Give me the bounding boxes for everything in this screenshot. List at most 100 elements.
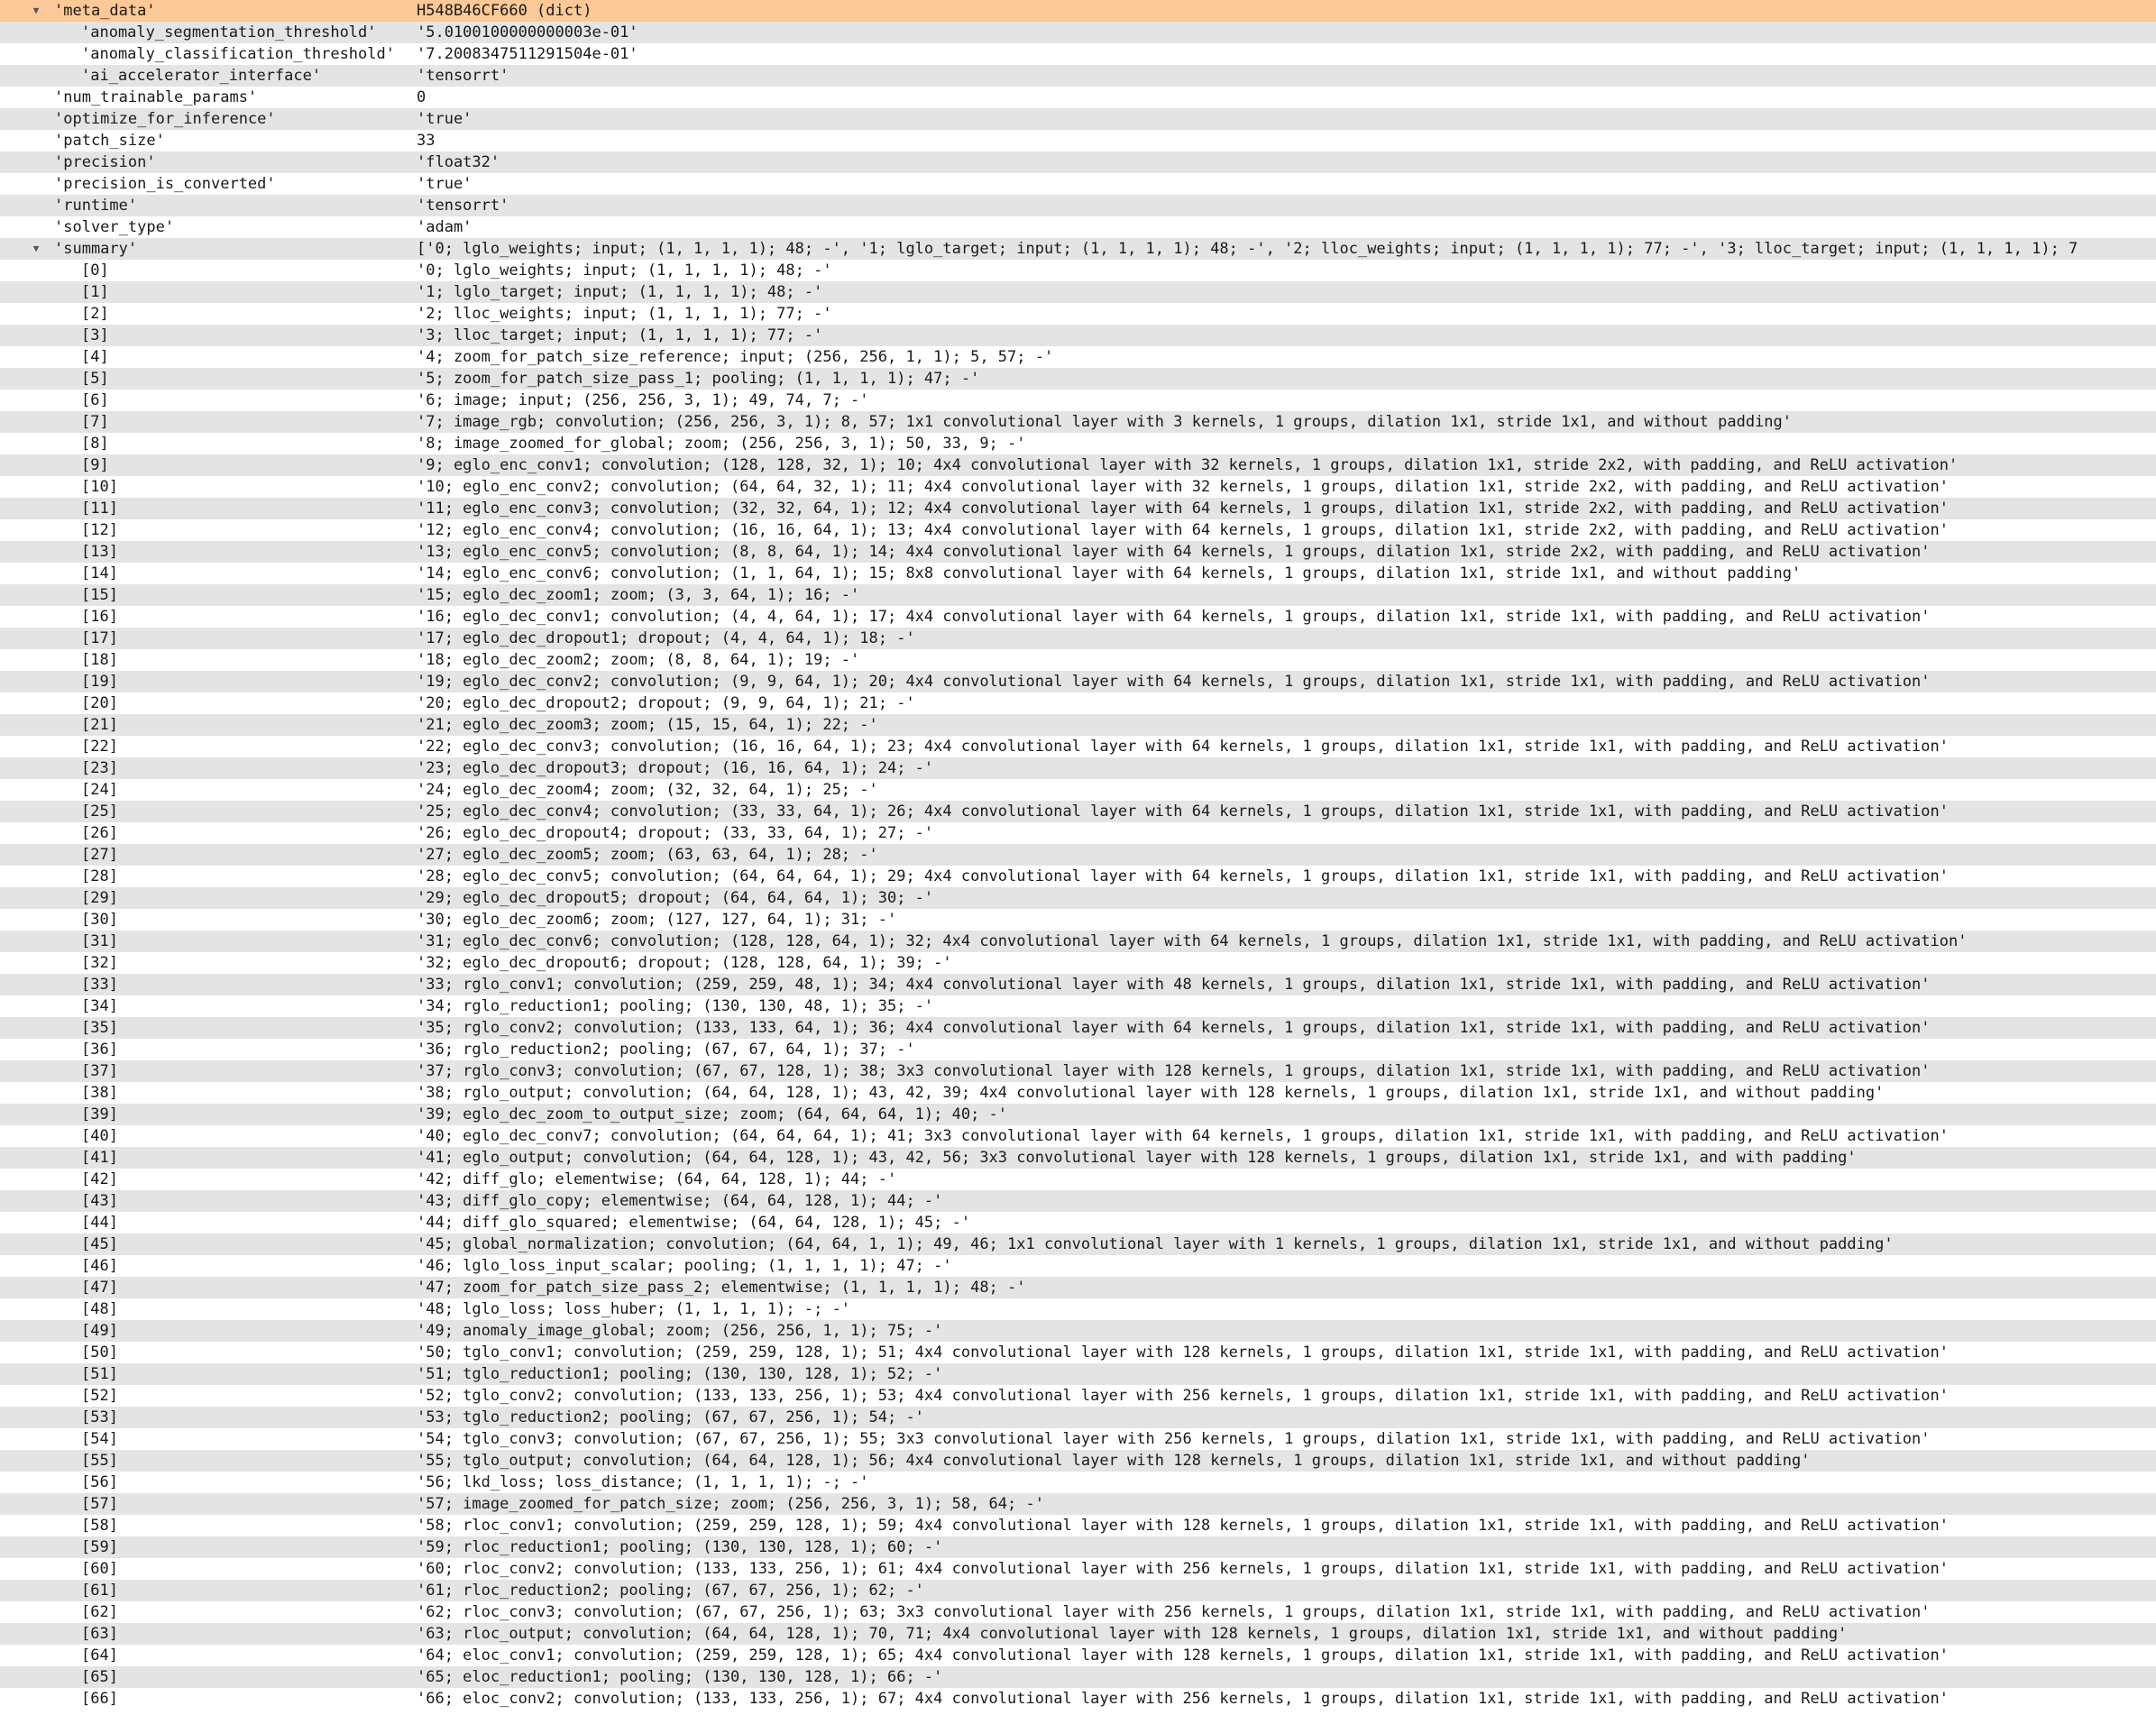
tree-row[interactable]: [5] '5; zoom_for_patch_size_pass_1; pooli… xyxy=(0,368,2156,390)
tree-row[interactable]: [49] '49; anomaly_image_global; zoom; (25… xyxy=(0,1320,2156,1342)
tree-row[interactable]: [54] '54; tglo_conv3; convolution; (67, 6… xyxy=(0,1428,2156,1450)
tree-row[interactable]: [51] '51; tglo_reduction1; pooling; (130,… xyxy=(0,1363,2156,1385)
tree-row[interactable]: [28] '28; eglo_dec_conv5; convolution; (6… xyxy=(0,866,2156,887)
tree-row[interactable]: 'anomaly_classification_threshold' '7.200… xyxy=(0,43,2156,65)
tree-row[interactable]: [19] '19; eglo_dec_conv2; convolution; (9… xyxy=(0,671,2156,692)
tree-value: '39; eglo_dec_zoom_to_output_size; zoom;… xyxy=(417,1105,1008,1123)
tree-row[interactable]: 'ai_accelerator_interface' 'tensorrt' xyxy=(0,65,2156,87)
tree-value: '15; eglo_dec_zoom1; zoom; (3, 3, 64, 1)… xyxy=(417,586,860,604)
tree-row[interactable]: [11] '11; eglo_enc_conv3; convolution; (3… xyxy=(0,498,2156,519)
tree-row[interactable]: [57] '57; image_zoomed_for_patch_size; zo… xyxy=(0,1493,2156,1515)
tree-row[interactable]: [24] '24; eglo_dec_zoom4; zoom; (32, 32, … xyxy=(0,779,2156,801)
tree-row[interactable]: [8] '8; image_zoomed_for_global; zoom; (2… xyxy=(0,433,2156,454)
tree-row[interactable]: [65] '65; eloc_reduction1; pooling; (130,… xyxy=(0,1666,2156,1688)
tree-key: [14] xyxy=(81,564,118,582)
triangle-down-icon[interactable]: ▼ xyxy=(29,0,43,22)
tree-row[interactable]: 'runtime' 'tensorrt' xyxy=(0,195,2156,216)
tree-row[interactable]: [30] '30; eglo_dec_zoom6; zoom; (127, 127… xyxy=(0,909,2156,931)
tree-value: '18; eglo_dec_zoom2; zoom; (8, 8, 64, 1)… xyxy=(417,651,860,669)
tree-row[interactable]: [53] '53; tglo_reduction2; pooling; (67, … xyxy=(0,1407,2156,1428)
tree-row[interactable]: [22] '22; eglo_dec_conv3; convolution; (1… xyxy=(0,736,2156,757)
tree-value: ['0; lglo_weights; input; (1, 1, 1, 1); … xyxy=(417,240,2078,258)
tree-row[interactable]: [27] '27; eglo_dec_zoom5; zoom; (63, 63, … xyxy=(0,844,2156,866)
tree-row[interactable]: [39] '39; eglo_dec_zoom_to_output_size; z… xyxy=(0,1104,2156,1125)
tree-node-expandable[interactable]: ▼ 'meta_data' H548B46CF660 (dict) xyxy=(0,0,2156,22)
triangle-down-icon[interactable]: ▼ xyxy=(29,238,43,260)
tree-row[interactable]: [13] '13; eglo_enc_conv5; convolution; (8… xyxy=(0,541,2156,563)
tree-row[interactable]: [25] '25; eglo_dec_conv4; convolution; (3… xyxy=(0,801,2156,822)
tree-row[interactable]: [45] '45; global_normalization; convoluti… xyxy=(0,1234,2156,1255)
tree-row[interactable]: [64] '64; eloc_conv1; convolution; (259, … xyxy=(0,1645,2156,1666)
tree-row[interactable]: 'patch_size' 33 xyxy=(0,130,2156,151)
tree-row[interactable]: 'num_trainable_params' 0 xyxy=(0,87,2156,108)
tree-row[interactable]: [50] '50; tglo_conv1; convolution; (259, … xyxy=(0,1342,2156,1363)
tree-row[interactable]: [42] '42; diff_glo; elementwise; (64, 64,… xyxy=(0,1169,2156,1190)
tree-row[interactable]: [44] '44; diff_glo_squared; elementwise; … xyxy=(0,1212,2156,1234)
tree-row[interactable]: [4] '4; zoom_for_patch_size_reference; in… xyxy=(0,346,2156,368)
tree-row[interactable]: [41] '41; eglo_output; convolution; (64, … xyxy=(0,1147,2156,1169)
tree-row[interactable]: [17] '17; eglo_dec_dropout1; dropout; (4,… xyxy=(0,628,2156,649)
tree-row[interactable]: [60] '60; rloc_conv2; convolution; (133, … xyxy=(0,1558,2156,1580)
tree-row[interactable]: [0] '0; lglo_weights; input; (1, 1, 1, 1)… xyxy=(0,260,2156,281)
tree-row[interactable]: 'solver_type' 'adam' xyxy=(0,216,2156,238)
tree-row[interactable]: [62] '62; rloc_conv3; convolution; (67, 6… xyxy=(0,1601,2156,1623)
tree-row[interactable]: [18] '18; eglo_dec_zoom2; zoom; (8, 8, 64… xyxy=(0,649,2156,671)
tree-row[interactable]: [6] '6; image; input; (256, 256, 3, 1); 4… xyxy=(0,390,2156,411)
tree-row[interactable]: [56] '56; lkd_loss; loss_distance; (1, 1,… xyxy=(0,1472,2156,1493)
tree-row[interactable]: [9] '9; eglo_enc_conv1; convolution; (128… xyxy=(0,454,2156,476)
tree-row[interactable]: 'precision' 'float32' xyxy=(0,151,2156,173)
tree-row[interactable]: 'precision_is_converted' 'true' xyxy=(0,173,2156,195)
tree-row[interactable]: [58] '58; rloc_conv1; convolution; (259, … xyxy=(0,1515,2156,1536)
tree-row[interactable]: [59] '59; rloc_reduction1; pooling; (130,… xyxy=(0,1536,2156,1558)
tree-key: 'patch_size' xyxy=(54,132,165,150)
tree-row[interactable]: [43] '43; diff_glo_copy; elementwise; (64… xyxy=(0,1190,2156,1212)
tree-row[interactable]: [34] '34; rglo_reduction1; pooling; (130,… xyxy=(0,995,2156,1017)
tree-row[interactable]: [12] '12; eglo_enc_conv4; convolution; (1… xyxy=(0,519,2156,541)
tree-row[interactable]: [26] '26; eglo_dec_dropout4; dropout; (33… xyxy=(0,822,2156,844)
tree-row[interactable]: [20] '20; eglo_dec_dropout2; dropout; (9,… xyxy=(0,692,2156,714)
tree-row[interactable]: [66] '66; eloc_conv2; convolution; (133, … xyxy=(0,1688,2156,1710)
tree-row[interactable]: [35] '35; rglo_conv2; convolution; (133, … xyxy=(0,1017,2156,1039)
tree-row[interactable]: [33] '33; rglo_conv1; convolution; (259, … xyxy=(0,974,2156,995)
tree-row[interactable]: [52] '52; tglo_conv2; convolution; (133, … xyxy=(0,1385,2156,1407)
tree-row[interactable]: [21] '21; eglo_dec_zoom3; zoom; (15, 15, … xyxy=(0,714,2156,736)
tree-row[interactable]: 'anomaly_segmentation_threshold' '5.01001… xyxy=(0,22,2156,43)
tree-value: '4; zoom_for_patch_size_reference; input… xyxy=(417,348,1054,366)
tree-value: '14; eglo_enc_conv6; convolution; (1, 1,… xyxy=(417,564,1802,582)
tree-key: [33] xyxy=(81,976,118,994)
tree-row[interactable]: [37] '37; rglo_conv3; convolution; (67, 6… xyxy=(0,1060,2156,1082)
tree-row[interactable]: [15] '15; eglo_dec_zoom1; zoom; (3, 3, 64… xyxy=(0,584,2156,606)
tree-row[interactable]: [46] '46; lglo_loss_input_scalar; pooling… xyxy=(0,1255,2156,1277)
tree-row[interactable]: [1] '1; lglo_target; input; (1, 1, 1, 1);… xyxy=(0,281,2156,303)
tree-node-expandable[interactable]: ▼ 'summary' ['0; lglo_weights; input; (1, … xyxy=(0,238,2156,260)
tree-key: [35] xyxy=(81,1019,118,1037)
tree-row[interactable]: [10] '10; eglo_enc_conv2; convolution; (6… xyxy=(0,476,2156,498)
tree-row[interactable]: [29] '29; eglo_dec_dropout5; dropout; (64… xyxy=(0,887,2156,909)
tree-row[interactable]: [7] '7; image_rgb; convolution; (256, 256… xyxy=(0,411,2156,433)
tree-row[interactable]: 'optimize_for_inference' 'true' xyxy=(0,108,2156,130)
tree-row[interactable]: [16] '16; eglo_dec_conv1; convolution; (4… xyxy=(0,606,2156,628)
tree-row[interactable]: [14] '14; eglo_enc_conv6; convolution; (1… xyxy=(0,563,2156,584)
tree-row[interactable]: [47] '47; zoom_for_patch_size_pass_2; ele… xyxy=(0,1277,2156,1298)
tree-row[interactable]: [63] '63; rloc_output; convolution; (64, … xyxy=(0,1623,2156,1645)
tree-row[interactable]: [61] '61; rloc_reduction2; pooling; (67, … xyxy=(0,1580,2156,1601)
tree-row[interactable]: [40] '40; eglo_dec_conv7; convolution; (6… xyxy=(0,1125,2156,1147)
tree-row[interactable]: [36] '36; rglo_reduction2; pooling; (67, … xyxy=(0,1039,2156,1060)
tree-row[interactable]: [31] '31; eglo_dec_conv6; convolution; (1… xyxy=(0,931,2156,952)
tree-row[interactable]: [2] '2; lloc_weights; input; (1, 1, 1, 1)… xyxy=(0,303,2156,325)
tree-key: [6] xyxy=(81,391,109,409)
tree-row[interactable]: [48] '48; lglo_loss; loss_huber; (1, 1, 1… xyxy=(0,1298,2156,1320)
tree-key: [18] xyxy=(81,651,118,669)
tree-key: [13] xyxy=(81,543,118,561)
tree-row[interactable]: [55] '55; tglo_output; convolution; (64, … xyxy=(0,1450,2156,1472)
tree-key: [23] xyxy=(81,759,118,777)
tree-key: [65] xyxy=(81,1668,118,1686)
tree-row[interactable]: [23] '23; eglo_dec_dropout3; dropout; (16… xyxy=(0,757,2156,779)
tree-row[interactable]: [3] '3; lloc_target; input; (1, 1, 1, 1);… xyxy=(0,325,2156,346)
tree-value: '24; eglo_dec_zoom4; zoom; (32, 32, 64, … xyxy=(417,781,878,799)
variable-tree-view[interactable]: ▼ 'meta_data' H548B46CF660 (dict) 'anomaly_… xyxy=(0,0,2156,1715)
tree-row[interactable]: [32] '32; eglo_dec_dropout6; dropout; (12… xyxy=(0,952,2156,974)
tree-value: '32; eglo_dec_dropout6; dropout; (128, 1… xyxy=(417,954,952,972)
tree-key: [66] xyxy=(81,1690,118,1708)
tree-row[interactable]: [38] '38; rglo_output; convolution; (64, … xyxy=(0,1082,2156,1104)
